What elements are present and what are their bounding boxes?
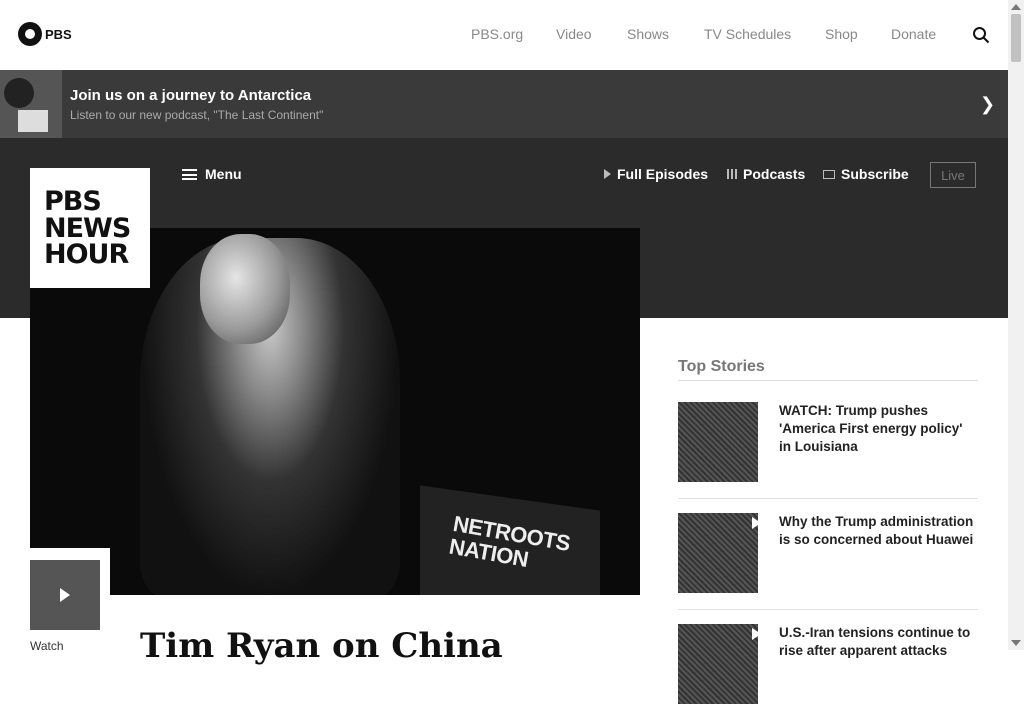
mail-icon: [823, 169, 835, 179]
podcasts-link[interactable]: Podcasts: [727, 166, 805, 182]
scroll-down-icon[interactable]: [1011, 640, 1021, 646]
story-thumbnail: [678, 624, 761, 704]
nav-shows[interactable]: Shows: [627, 26, 669, 42]
hamburger-icon: [182, 168, 197, 180]
scrollbar-thumb[interactable]: [1011, 14, 1021, 62]
search-icon[interactable]: [972, 26, 990, 44]
subscribe-link[interactable]: Subscribe: [823, 166, 909, 182]
story-title[interactable]: Why the Trump administration is so conce…: [779, 513, 977, 549]
logo-line-news: NEWS: [44, 213, 131, 244]
full-episodes-label: Full Episodes: [617, 166, 709, 182]
story-title[interactable]: U.S.-Iran tensions continue to rise afte…: [779, 624, 977, 660]
newshour-logo[interactable]: PBS NEWS HOUR: [30, 168, 150, 288]
play-icon: [752, 628, 761, 640]
play-icon: [30, 560, 100, 630]
podcasts-label: Podcasts: [743, 166, 806, 182]
scroll-up-icon[interactable]: [1011, 4, 1021, 10]
scrollbar[interactable]: [1008, 0, 1024, 650]
nav-donate[interactable]: Donate: [891, 26, 936, 42]
divider: [678, 380, 978, 381]
promo-thumbnail: [0, 70, 62, 138]
story-title[interactable]: WATCH: Trump pushes 'America First energ…: [779, 402, 977, 456]
watch-video-button[interactable]: Watch: [22, 548, 110, 653]
nav-shop[interactable]: Shop: [825, 26, 858, 42]
full-episodes-link[interactable]: Full Episodes: [604, 166, 708, 182]
pbs-logo-text: PBS: [45, 26, 72, 42]
divider: [678, 609, 978, 610]
chevron-right-icon[interactable]: ❯: [980, 94, 995, 115]
story-thumbnail: [678, 402, 758, 482]
promo-title[interactable]: Join us on a journey to Antarctica: [70, 87, 311, 104]
pbs-logo-icon: [18, 22, 42, 46]
pbs-logo[interactable]: PBS: [18, 22, 72, 46]
hero-face: [200, 234, 290, 344]
play-icon: [604, 169, 611, 179]
logo-line-pbs: PBS: [44, 186, 102, 217]
subscribe-label: Subscribe: [841, 166, 909, 182]
live-button[interactable]: Live: [930, 162, 976, 188]
story-thumbnail: [678, 513, 761, 593]
promo-subtitle: Listen to our new podcast, "The Last Con…: [70, 108, 324, 122]
nav-pbs-org[interactable]: PBS.org: [471, 26, 523, 42]
logo-line-hour: HOUR: [44, 239, 129, 270]
pbs-top-bar: PBS PBS.org Video Shows TV Schedules Sho…: [0, 0, 1008, 68]
hero-headline[interactable]: Tim Ryan on China: [140, 626, 503, 666]
nav-video[interactable]: Video: [556, 26, 592, 42]
menu-label: Menu: [205, 166, 242, 182]
podcast-icon: [727, 169, 737, 179]
watch-label: Watch: [30, 639, 64, 653]
top-stories-title: Top Stories: [678, 358, 765, 375]
nav-tv-schedules[interactable]: TV Schedules: [704, 26, 791, 42]
promo-banner[interactable]: Join us on a journey to Antarctica Liste…: [0, 70, 1008, 138]
divider: [678, 498, 978, 499]
menu-button[interactable]: Menu: [182, 166, 242, 182]
play-icon: [752, 517, 761, 529]
